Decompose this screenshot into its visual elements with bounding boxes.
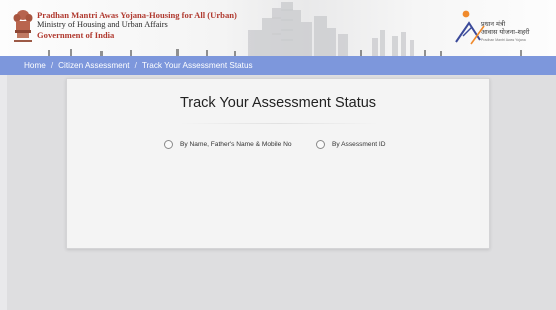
radio-by-assessment-id[interactable] (316, 139, 325, 149)
breadcrumb-current-page: Track Your Assessment Status (141, 61, 253, 70)
radio-by-name[interactable] (164, 139, 173, 149)
breadcrumb-home-link[interactable]: Home (24, 61, 46, 70)
scheme-name: Pradhan Mantri Awas Yojana-Housing for A… (37, 10, 237, 20)
option-by-assessment-id-label[interactable]: By Assessment ID (332, 141, 386, 148)
track-status-card: Track Your Assessment Status By Name, Fa… (66, 78, 490, 249)
breadcrumb-separator: / (50, 61, 54, 70)
option-by-name[interactable]: By Name, Father's Name & Mobile No (164, 137, 292, 151)
ministry-title-block: Pradhan Mantri Awas Yojana-Housing for A… (37, 10, 237, 40)
breadcrumb-citizen-assessment-link[interactable]: Citizen Assessment (58, 61, 129, 70)
pmay-hindi-line1: प्रधान मंत्री (481, 20, 506, 28)
left-edge-strip (0, 75, 7, 310)
breadcrumb: Home / Citizen Assessment / Track Your Asses… (0, 56, 556, 75)
option-by-assessment-id[interactable]: By Assessment ID (316, 137, 386, 151)
option-by-name-label[interactable]: By Name, Father's Name & Mobile No (180, 141, 292, 148)
breadcrumb-separator: / (134, 61, 137, 70)
government-name: Government of India (37, 30, 115, 40)
title-divider (179, 123, 379, 124)
pmay-hindi-line2: आवास योजना-शहरी (481, 28, 530, 36)
pmay-logo-text: प्रधान मंत्री आवास योजना-शहरी (481, 20, 530, 36)
page-title: Track Your Assessment Status (179, 95, 377, 111)
pmay-tagline: Pradhan Mantri Awas Yojana (481, 38, 526, 42)
site-header: Pradhan Mantri Awas Yojana-Housing for A… (0, 0, 556, 56)
state-emblem-icon (13, 10, 33, 42)
ministry-name: Ministry of Housing and Urban Affairs (37, 20, 168, 29)
